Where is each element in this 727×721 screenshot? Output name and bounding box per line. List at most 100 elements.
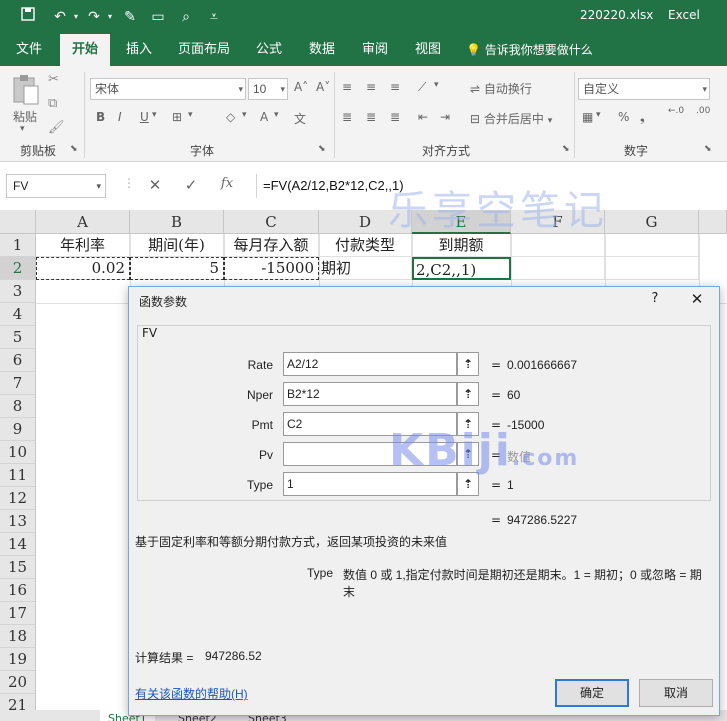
font-color-icon[interactable]: A	[260, 110, 268, 124]
decrease-indent-icon[interactable]: ⇤	[418, 110, 428, 124]
new-file-icon[interactable]: ▭	[148, 7, 168, 27]
number-launcher-icon[interactable]: ⬊	[704, 144, 712, 154]
collapse-dialog-icon[interactable]: ⇡	[457, 382, 479, 406]
row-header-19[interactable]: 19	[0, 648, 36, 671]
collapse-dialog-icon[interactable]: ⇡	[457, 472, 479, 496]
tab-data[interactable]: 数据	[300, 34, 344, 66]
fill-dropdown-icon[interactable]: ▾	[242, 110, 247, 120]
collapse-dialog-icon[interactable]: ⇡	[457, 412, 479, 436]
paste-dropdown-icon[interactable]: ▾	[20, 124, 25, 134]
close-icon[interactable]: ✕	[687, 290, 707, 308]
column-header-b[interactable]: B	[130, 210, 224, 234]
row-header-20[interactable]: 20	[0, 671, 36, 694]
clipboard-launcher-icon[interactable]: ⬊	[70, 144, 78, 154]
tab-insert[interactable]: 插入	[116, 34, 162, 66]
copy-icon[interactable]: ⧉	[48, 96, 57, 111]
cell-e1[interactable]: 到期额	[412, 234, 511, 257]
align-right-icon[interactable]: ≣	[390, 110, 400, 124]
enter-icon[interactable]: ✓	[180, 176, 202, 194]
undo-dropdown-icon[interactable]: ▾	[66, 7, 86, 27]
cell-b2[interactable]: 5	[130, 257, 224, 280]
cell-b1[interactable]: 期间(年)	[130, 234, 224, 257]
select-all-corner[interactable]	[0, 210, 36, 234]
cancel-icon[interactable]: ✕	[144, 176, 166, 194]
column-header-g[interactable]: G	[605, 210, 699, 234]
accounting-format-icon[interactable]: ▦	[582, 110, 593, 124]
column-header-d[interactable]: D	[319, 210, 412, 234]
tab-file[interactable]: 文件	[6, 34, 52, 66]
row-header-14[interactable]: 14	[0, 533, 36, 556]
row-header-4[interactable]: 4	[0, 303, 36, 326]
row-header-18[interactable]: 18	[0, 625, 36, 648]
align-top-icon[interactable]: ≡	[342, 80, 352, 94]
tab-home[interactable]: 开始	[60, 34, 110, 66]
tab-view[interactable]: 视图	[406, 34, 450, 66]
row-header-2[interactable]: 2	[0, 257, 36, 280]
row-header-15[interactable]: 15	[0, 556, 36, 579]
border-dropdown-icon[interactable]: ▾	[188, 110, 193, 120]
row-header-10[interactable]: 10	[0, 441, 36, 464]
alignment-launcher-icon[interactable]: ⬊	[562, 144, 570, 154]
customize-qat-icon[interactable]: ⩡	[204, 7, 224, 27]
align-left-icon[interactable]: ≣	[342, 110, 352, 124]
row-header-8[interactable]: 8	[0, 395, 36, 418]
comma-style-icon[interactable]: ❟	[640, 110, 645, 125]
phonetic-icon[interactable]: 文	[294, 110, 306, 127]
format-painter-icon[interactable]: ✎	[120, 7, 140, 27]
row-header-3[interactable]: 3	[0, 280, 36, 303]
paste-icon[interactable]	[10, 74, 42, 108]
redo-dropdown-icon[interactable]: ▾	[100, 7, 120, 27]
align-middle-icon[interactable]: ≡	[366, 80, 376, 94]
cell-f2[interactable]	[511, 257, 605, 280]
underline-dropdown-icon[interactable]: ▾	[152, 110, 157, 120]
function-help-link[interactable]: 有关该函数的帮助(H)	[135, 685, 248, 702]
increase-decimal-icon[interactable]: ←.0	[668, 106, 684, 116]
increase-indent-icon[interactable]: ⇥	[440, 110, 450, 124]
save-icon[interactable]	[18, 7, 38, 27]
bold-icon[interactable]: B	[96, 110, 105, 124]
wrap-text-button[interactable]: ⇌ 自动换行	[470, 80, 532, 97]
arg-input-nper[interactable]: B2*12	[283, 382, 457, 406]
tab-page-layout[interactable]: 页面布局	[172, 34, 236, 66]
print-preview-icon[interactable]: ⌕	[176, 7, 196, 27]
column-header-f[interactable]: F	[511, 210, 605, 234]
decrease-font-icon[interactable]: A˅	[316, 80, 330, 94]
collapse-dialog-icon[interactable]: ⇡	[457, 352, 479, 376]
help-icon[interactable]: ?	[645, 291, 665, 306]
arg-input-pmt[interactable]: C2	[283, 412, 457, 436]
cell-d1[interactable]: 付款类型	[319, 234, 412, 257]
insert-function-icon[interactable]: fx	[216, 176, 238, 191]
arg-input-type[interactable]: 1	[283, 472, 457, 496]
font-color-dropdown-icon[interactable]: ▾	[274, 110, 279, 120]
cell-e2[interactable]: 2,C2,,1)	[412, 257, 511, 280]
number-format-combo[interactable]: 自定义 ▾	[578, 78, 710, 100]
column-header-a[interactable]: A	[36, 210, 130, 234]
cancel-button[interactable]: 取消	[639, 679, 713, 707]
border-icon[interactable]: ⊞	[172, 110, 182, 124]
font-name-combo[interactable]: 宋体 ▾	[90, 78, 246, 100]
column-header-e[interactable]: E	[412, 210, 511, 234]
ok-button[interactable]: 确定	[555, 679, 629, 707]
align-center-icon[interactable]: ≣	[366, 110, 376, 124]
cell-a2[interactable]: 0.02	[36, 257, 130, 280]
row-header-12[interactable]: 12	[0, 487, 36, 510]
orientation-dropdown-icon[interactable]: ▾	[434, 80, 439, 90]
name-box[interactable]: FV ▾	[6, 174, 106, 198]
orientation-icon[interactable]: ⟋	[418, 80, 426, 95]
column-header-partial[interactable]	[699, 210, 727, 234]
row-header-5[interactable]: 5	[0, 326, 36, 349]
row-header-9[interactable]: 9	[0, 418, 36, 441]
accounting-dropdown-icon[interactable]: ▾	[596, 110, 601, 120]
merge-center-button[interactable]: ⊟ 合并后居中 ▾	[470, 110, 552, 127]
tab-review[interactable]: 审阅	[354, 34, 396, 66]
row-header-1[interactable]: 1	[0, 234, 36, 257]
cell-f1[interactable]	[511, 234, 605, 257]
paste-label[interactable]: 粘贴	[13, 108, 37, 125]
row-header-6[interactable]: 6	[0, 349, 36, 372]
cut-icon[interactable]: ✂	[48, 72, 59, 87]
row-header-7[interactable]: 7	[0, 372, 36, 395]
increase-font-icon[interactable]: A˄	[294, 80, 308, 94]
row-header-17[interactable]: 17	[0, 602, 36, 625]
cell-c1[interactable]: 每月存入额	[224, 234, 319, 257]
cell-g1[interactable]	[605, 234, 699, 257]
